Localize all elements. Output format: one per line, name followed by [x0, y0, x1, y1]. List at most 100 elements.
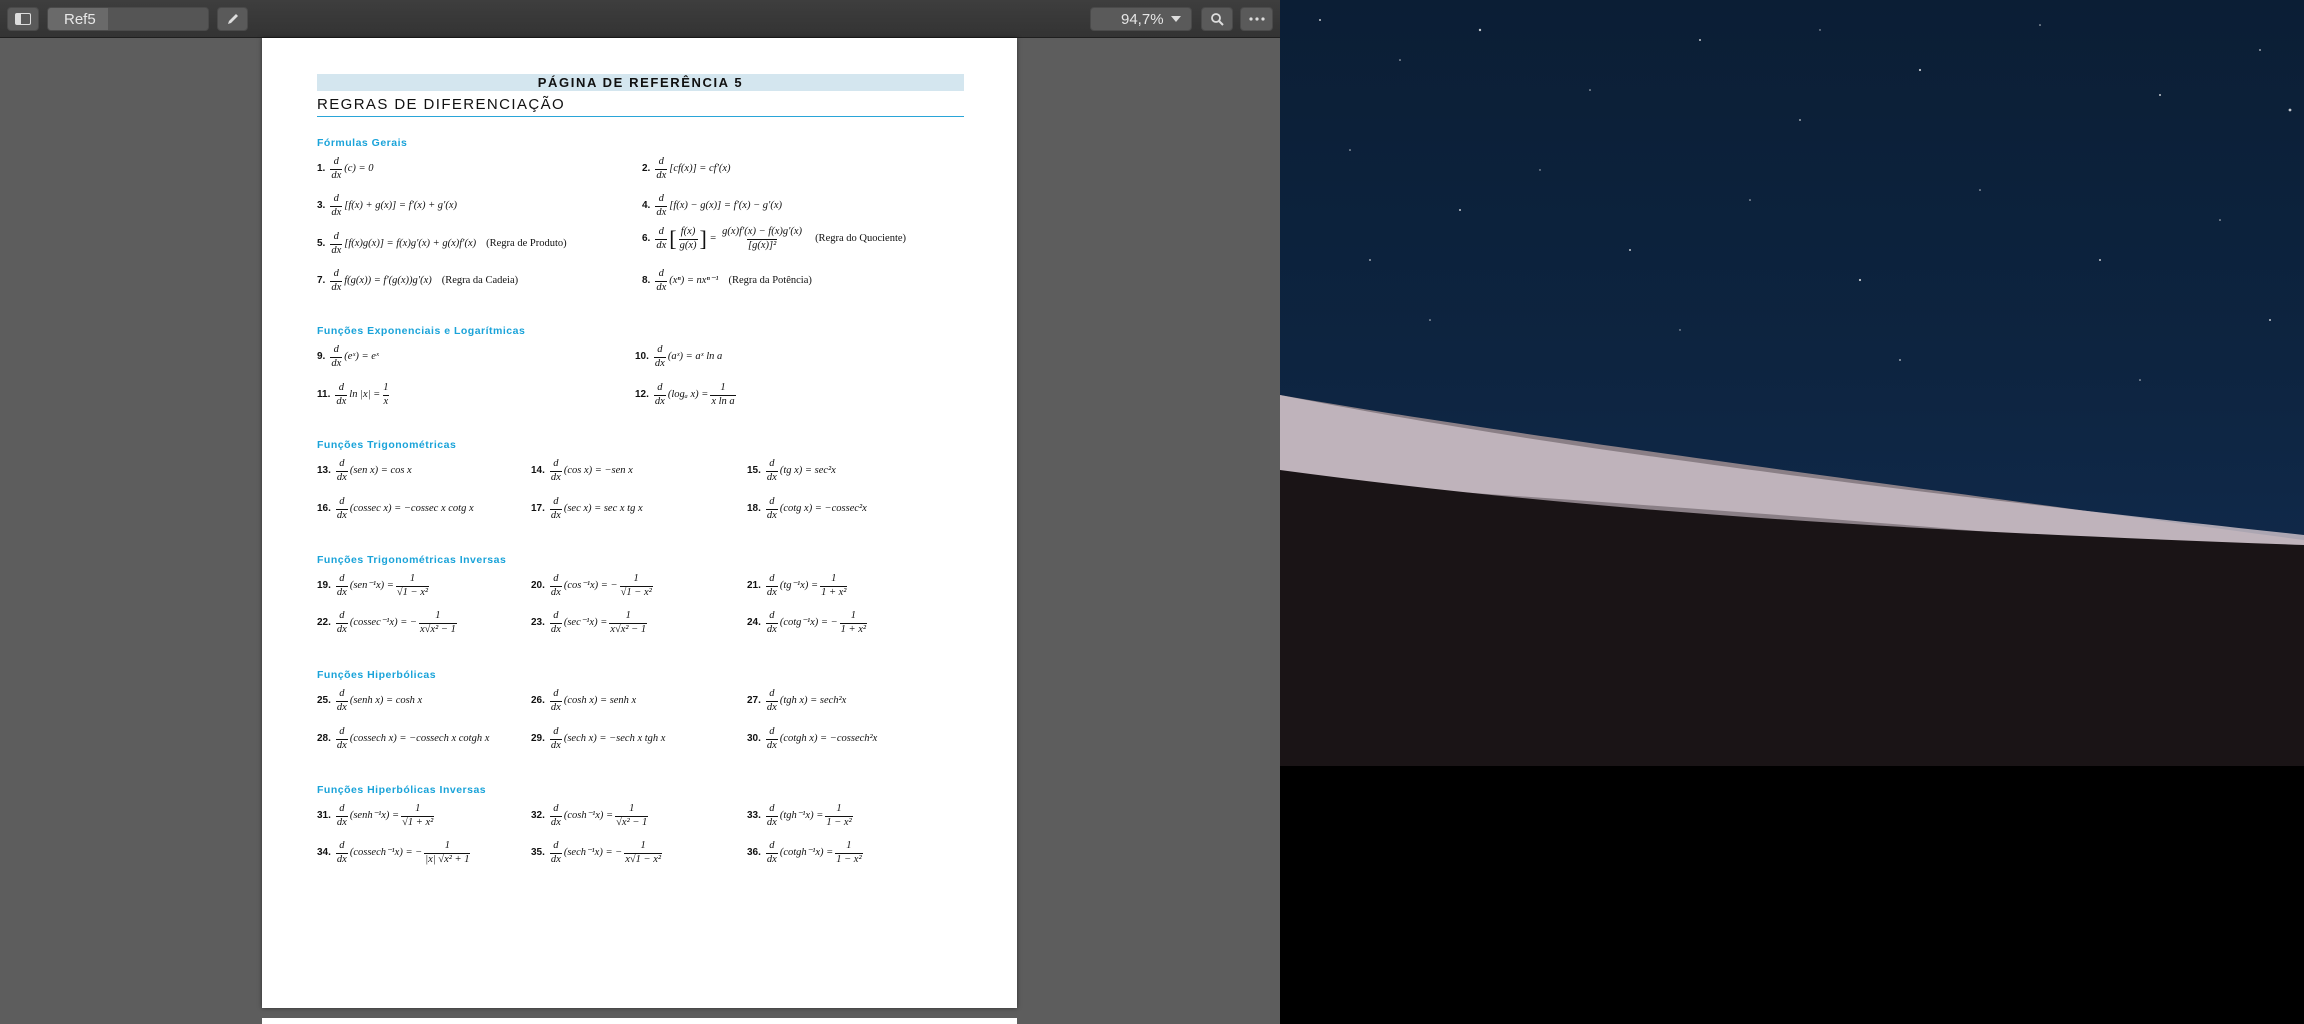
markup-edit-button[interactable] [217, 7, 248, 31]
derivative-operator: d dx [765, 496, 778, 521]
formula-23: 23. d dx (sec⁻¹x) = 1 x√x² − 1 [531, 610, 648, 635]
derivative-operator: d dx [335, 382, 348, 407]
derivative-operator: d dx [655, 226, 668, 251]
derivative-operator: d dx [330, 156, 343, 181]
formula-15: 15. d dx (tg x) = sec²x [747, 458, 836, 483]
derivative-operator: d dx [335, 688, 348, 713]
pencil-icon [227, 14, 238, 24]
formula-32: 32. d dx (cosh⁻¹x) = 1 √x² − 1 [531, 803, 649, 828]
derivative-operator: d dx [765, 840, 778, 865]
derivative-operator: d dx [765, 803, 778, 828]
formula-16: 16. d dx (cossec x) = −cossec x cotg x [317, 496, 474, 521]
derivative-operator: d dx [653, 382, 666, 407]
formula-25: 25. d dx (senh x) = cosh x [317, 688, 423, 713]
formula-22: 22. d dx (cossec⁻¹x) = − 1 x√x² − 1 [317, 610, 457, 635]
group-title: Fórmulas Gerais [317, 137, 408, 149]
derivative-operator: d dx [335, 610, 348, 635]
zoom-select[interactable]: 94,7% [1090, 7, 1192, 31]
formula-34: 34. d dx (cossech⁻¹x) = − 1 |x| √x² + 1 [317, 840, 471, 865]
formula-21: 21. d dx (tg⁻¹x) = 11 + x² [747, 573, 848, 598]
wallpaper-art [1280, 19, 2304, 1024]
chevron-down-icon [1171, 16, 1181, 22]
document-page: PÁGINA DE REFERÊNCIA 5 REGRAS DE DIFEREN… [262, 38, 1017, 1008]
derivative-operator: d dx [655, 268, 668, 293]
derivative-operator: d dx [335, 726, 348, 751]
group-title: Funções Trigonométricas Inversas [317, 554, 507, 566]
group-title: Funções Trigonométricas [317, 439, 457, 451]
derivative-operator: d dx [655, 156, 668, 181]
formula-9: 9. d dx (eˣ) = eˣ [317, 344, 379, 369]
derivative-operator: d dx [655, 193, 668, 218]
derivative-operator: d dx [335, 840, 348, 865]
derivative-operator: d dx [549, 573, 562, 598]
sidebar-icon [15, 13, 31, 25]
formula-7: 7. d dx f(g(x)) = f′(g(x))g′(x) (Regra da… [317, 268, 519, 293]
more-options-button[interactable] [1240, 7, 1273, 31]
formula-6: 6. d dx [ f(x) g(x) ] = g(x)f′(x) − f(x)g′… [642, 226, 907, 251]
formula-36: 36. d dx (cotgh⁻¹x) = 11 − x² [747, 840, 863, 865]
derivative-operator: d dx [549, 726, 562, 751]
formula-5: 5. d dx [f(x)g(x)] = f(x)g′(x) + g(x)f′(x… [317, 231, 567, 256]
formula-13: 13. d dx (sen x) = cos x [317, 458, 412, 483]
derivative-operator: d dx [335, 458, 348, 483]
formula-20: 20. d dx (cos⁻¹x) = − 1 √1 − x² [531, 573, 653, 598]
formula-24: 24. d dx (cotg⁻¹x) = − 11 + x² [747, 610, 868, 635]
formula-30: 30. d dx (cotgh x) = −cossech²x [747, 726, 878, 751]
formula-1: 1. d dx (c) = 0 [317, 156, 374, 181]
formula-28: 28. d dx (cossech x) = −cossech x cotgh x [317, 726, 490, 751]
derivative-operator: d dx [549, 840, 562, 865]
derivative-operator: d dx [549, 803, 562, 828]
document-tab-placeholder [107, 8, 208, 30]
derivative-operator: d dx [330, 193, 343, 218]
derivative-operator: d dx [549, 688, 562, 713]
derivative-operator: d dx [330, 231, 343, 256]
desktop-wallpaper [1280, 0, 2304, 1024]
document-tab-name: Ref5 [48, 8, 108, 30]
formula-33: 33. d dx (tgh⁻¹x) = 11 − x² [747, 803, 853, 828]
formula-12: 12. d dx (logₐ x) = 1x ln a [635, 382, 736, 407]
formula-27: 27. d dx (tgh x) = sech²x [747, 688, 847, 713]
formula-17: 17. d dx (sec x) = sec x tg x [531, 496, 643, 521]
derivative-operator: d dx [335, 496, 348, 521]
derivative-operator: d dx [330, 344, 343, 369]
formula-11: 11. d dx ln |x| = 1x [317, 382, 390, 407]
formula-31: 31. d dx (senh⁻¹x) = 1 √1 + x² [317, 803, 435, 828]
page-title: PÁGINA DE REFERÊNCIA 5 [317, 74, 964, 91]
formula-3: 3. d dx [f(x) + g(x)] = f′(x) + g′(x) [317, 193, 457, 218]
derivative-operator: d dx [765, 458, 778, 483]
next-page-edge [262, 1018, 1017, 1024]
derivative-operator: d dx [765, 726, 778, 751]
formula-19: 19. d dx (sen⁻¹x) = 1 √1 − x² [317, 573, 430, 598]
formula-18: 18. d dx (cotg x) = −cossec²x [747, 496, 867, 521]
formula-26: 26. d dx (cosh x) = senh x [531, 688, 637, 713]
group-title: Funções Exponenciais e Logarítmicas [317, 325, 526, 337]
derivative-operator: d dx [330, 268, 343, 293]
derivative-operator: d dx [765, 573, 778, 598]
derivative-operator: d dx [549, 458, 562, 483]
derivative-operator: d dx [335, 803, 348, 828]
search-button[interactable] [1201, 7, 1233, 31]
formula-35: 35. d dx (sech⁻¹x) = − 1 x√1 − x² [531, 840, 663, 865]
derivative-operator: d dx [765, 688, 778, 713]
viewer-toolbar: Ref5 94,7% [0, 0, 1280, 38]
document-tab[interactable]: Ref5 [47, 7, 209, 31]
pdf-viewer-window: Ref5 94,7% PÁGINA DE REFERÊNCIA 5 REGRAS… [0, 0, 1280, 1024]
more-icon [1248, 17, 1265, 21]
formula-10: 10. d dx (aˣ) = aˣ ln a [635, 344, 723, 369]
derivative-operator: d dx [549, 496, 562, 521]
sidebar-toggle-button[interactable] [7, 7, 39, 31]
zoom-value: 94,7% [1121, 10, 1164, 28]
derivative-operator: d dx [653, 344, 666, 369]
group-title: Funções Hiperbólicas Inversas [317, 784, 487, 796]
derivative-operator: d dx [549, 610, 562, 635]
derivative-operator: d dx [335, 573, 348, 598]
group-title: Funções Hiperbólicas [317, 669, 437, 681]
derivative-operator: d dx [765, 610, 778, 635]
section-title: REGRAS DE DIFERENCIAÇÃO [317, 95, 964, 117]
formula-29: 29. d dx (sech x) = −sech x tgh x [531, 726, 666, 751]
magnifier-icon [1211, 13, 1224, 26]
formula-14: 14. d dx (cos x) = −sen x [531, 458, 633, 483]
formula-8: 8. d dx (xⁿ) = nxⁿ⁻¹ (Regra da Potência) [642, 268, 812, 293]
formula-2: 2. d dx [cf(x)] = cf′(x) [642, 156, 731, 181]
formula-4: 4. d dx [f(x) − g(x)] = f′(x) − g′(x) [642, 193, 782, 218]
